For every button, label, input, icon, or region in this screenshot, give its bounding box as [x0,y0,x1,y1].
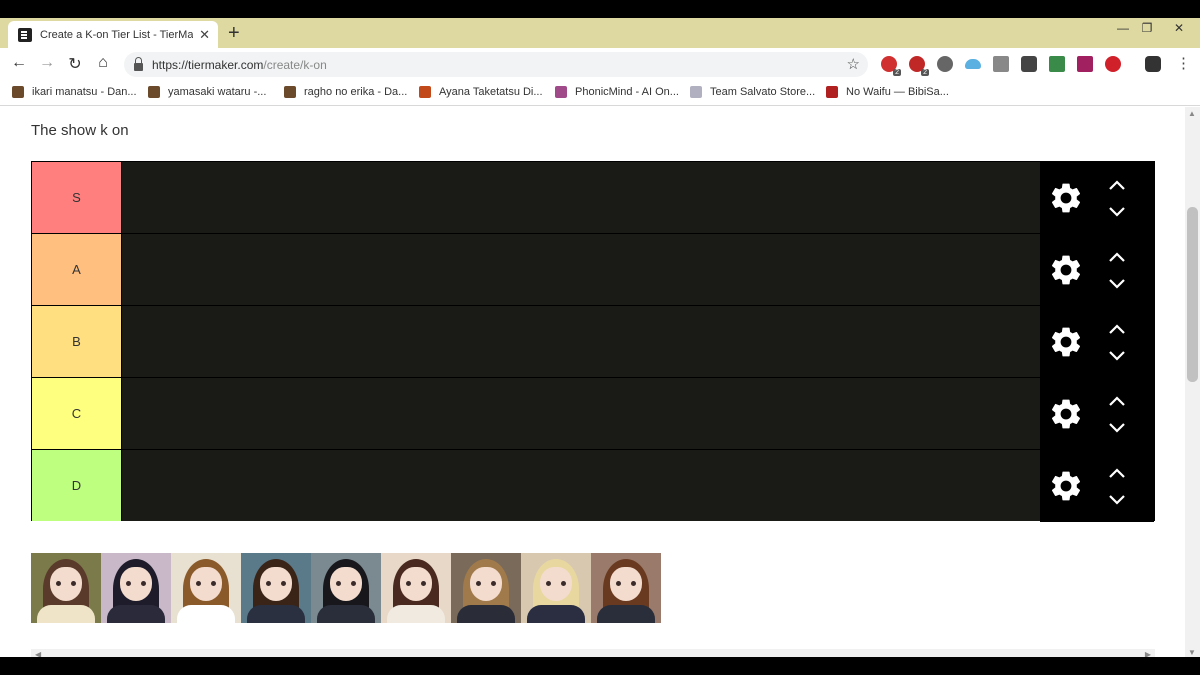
home-button[interactable]: ⌂ [93,54,113,72]
tab-title: Create a K-on Tier List - TierMaker [40,28,194,41]
tier-label[interactable]: S [32,162,121,233]
chevron-down-icon[interactable] [1108,421,1126,435]
character-thumbnail[interactable] [101,553,171,623]
scroll-right-icon[interactable]: ▶ [1145,650,1151,657]
bookmark-item[interactable]: Team Salvato Store... [690,86,815,98]
bookmark-favicon-icon [284,86,296,98]
extension-pinterest-icon[interactable] [1105,56,1121,72]
bookmark-star-icon[interactable]: ☆ [847,55,860,73]
chevron-down-icon[interactable] [1108,493,1126,507]
bookmark-favicon-icon [555,86,567,98]
url-path: /create/k-on [263,57,327,72]
tier-row: A [32,234,1154,306]
tiermaker-favicon-icon [18,27,32,42]
chevron-down-icon[interactable] [1108,277,1126,291]
extension-pocket-icon[interactable] [1077,56,1093,72]
bookmark-favicon-icon [12,86,24,98]
tier-drop-zone[interactable] [122,234,1040,305]
extension-stack-icon[interactable] [1021,56,1037,72]
extension-u-icon[interactable] [993,56,1009,72]
extension-red-icon[interactable]: 2 [881,56,901,76]
character-thumbnail[interactable] [241,553,311,623]
tier-row: B [32,306,1154,378]
bookmarks-bar: ikari manatsu - Dan... yamasaki wataru -… [0,80,1200,106]
gear-icon[interactable] [1048,468,1084,504]
tier-controls [1040,162,1154,234]
unranked-items [31,553,663,623]
gear-icon[interactable] [1048,180,1084,216]
tab-close-icon[interactable]: ✕ [199,27,210,43]
tier-drop-zone[interactable] [122,162,1040,233]
scroll-up-icon[interactable]: ▲ [1188,109,1196,118]
vertical-scrollbar[interactable]: ▲ ▼ [1185,107,1200,657]
extension-ublock-icon[interactable]: 2 [909,56,929,76]
character-thumbnail[interactable] [171,553,241,623]
extension-green-icon[interactable] [1049,56,1065,72]
browser-toolbar: ← → ↻ ⌂ https://tiermaker.com/create/k-o… [0,48,1200,80]
bookmark-item[interactable]: Ayana Taketatsu Di... [419,86,543,98]
scroll-left-icon[interactable]: ◀ [35,650,41,657]
chevron-down-icon[interactable] [1108,349,1126,363]
bookmark-item[interactable]: No Waifu — BibiSa... [826,86,949,98]
chevron-down-icon[interactable] [1108,205,1126,219]
forward-button[interactable]: → [37,54,57,72]
gear-icon[interactable] [1048,252,1084,288]
chevron-up-icon[interactable] [1108,322,1126,336]
character-thumbnail[interactable] [591,553,661,623]
character-thumbnail[interactable] [521,553,591,623]
bookmark-item[interactable]: ragho no erika - Da... [284,86,407,98]
tier-label[interactable]: A [32,234,121,305]
tiermaker-page: The show k on SABCD ◀ ▶ [0,107,1200,657]
tier-drop-zone[interactable] [122,450,1040,521]
url-host: https://tiermaker.com [152,57,264,72]
bookmark-item[interactable]: ikari manatsu - Dan... [12,86,137,98]
chevron-up-icon[interactable] [1108,394,1126,408]
character-thumbnail[interactable] [381,553,451,623]
bookmark-item[interactable]: PhonicMind - AI On... [555,86,679,98]
character-thumbnail[interactable] [451,553,521,623]
tier-label[interactable]: D [32,450,121,521]
browser-window: Create a K-on Tier List - TierMaker ✕ + … [0,18,1200,657]
tier-drop-zone[interactable] [122,378,1040,449]
tier-row: S [32,162,1154,234]
bookmark-favicon-icon [690,86,702,98]
gear-icon[interactable] [1048,324,1084,360]
chevron-up-icon[interactable] [1108,250,1126,264]
tier-row: D [32,450,1154,522]
tier-label[interactable]: B [32,306,121,377]
extension-globe-icon[interactable] [937,56,953,72]
tier-drop-zone[interactable] [122,306,1040,377]
tier-row: C [32,378,1154,450]
scrollbar-thumb[interactable] [1187,207,1198,382]
close-window-button[interactable]: ✕ [1158,18,1200,38]
gear-icon[interactable] [1048,396,1084,432]
tab-strip: Create a K-on Tier List - TierMaker ✕ + … [0,18,1200,48]
bookmark-favicon-icon [148,86,160,98]
tier-controls [1040,450,1154,522]
tier-list: SABCD [31,161,1155,522]
bookmark-item[interactable]: yamasaki wataru -... [148,86,266,98]
chevron-up-icon[interactable] [1108,466,1126,480]
character-thumbnail[interactable] [31,553,101,623]
tab-tiermaker[interactable]: Create a K-on Tier List - TierMaker ✕ [8,21,218,48]
address-bar[interactable]: https://tiermaker.com/create/k-on ☆ [124,52,868,77]
tier-label[interactable]: C [32,378,121,449]
extension-cloud-icon[interactable] [965,59,981,69]
bookmark-favicon-icon [826,86,838,98]
page-title: The show k on [31,122,129,139]
tier-controls [1040,234,1154,306]
back-button[interactable]: ← [9,54,29,72]
browser-menu-icon[interactable]: ⋮ [1176,54,1191,72]
profile-avatar[interactable] [1145,56,1161,72]
horizontal-scrollbar[interactable]: ◀ ▶ [31,649,1155,657]
scroll-down-icon[interactable]: ▼ [1188,648,1196,657]
reload-button[interactable]: ↻ [65,54,85,74]
tier-controls [1040,378,1154,450]
chevron-up-icon[interactable] [1108,178,1126,192]
lock-icon [134,56,143,71]
character-thumbnail[interactable] [311,553,381,623]
new-tab-button[interactable]: + [228,22,240,45]
tier-controls [1040,306,1154,378]
bookmark-favicon-icon [419,86,431,98]
